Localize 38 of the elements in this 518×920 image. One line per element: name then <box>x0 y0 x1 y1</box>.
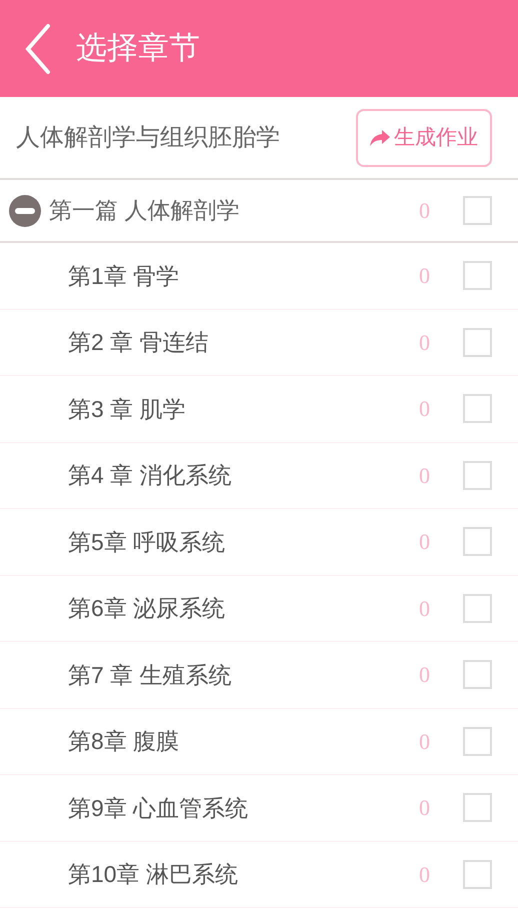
chapter-title[interactable]: 第6章 泌尿系统 <box>68 591 419 626</box>
checkbox[interactable] <box>463 793 492 822</box>
checkbox[interactable] <box>463 328 492 357</box>
chapter-title[interactable]: 第5章 呼吸系统 <box>68 524 419 559</box>
back-icon[interactable] <box>24 22 52 74</box>
question-count: 0 <box>419 328 430 357</box>
chapter-title[interactable]: 第1章 骨学 <box>68 258 419 293</box>
share-arrow-icon <box>370 130 390 146</box>
question-count: 0 <box>419 794 430 822</box>
chapter-title[interactable]: 第3 章 肌学 <box>68 392 419 426</box>
chapter-title[interactable]: 第8章 腹膜 <box>68 724 419 758</box>
chapter-title[interactable]: 第10章 淋巴系统 <box>68 857 419 892</box>
question-count: 0 <box>419 661 430 690</box>
collapse-icon[interactable] <box>9 194 41 226</box>
subject-title: 人体解剖学与组织胚胎学 <box>16 122 280 152</box>
question-count: 0 <box>419 395 430 424</box>
checkbox[interactable] <box>463 527 492 556</box>
chapter-title[interactable]: 第7 章 生殖系统 <box>68 658 419 692</box>
checkbox[interactable] <box>463 394 492 424</box>
chapter-title[interactable]: 第4 章 消化系统 <box>68 458 419 492</box>
question-count: 0 <box>419 860 430 889</box>
page-title: 选择章节 <box>76 29 200 68</box>
checkbox[interactable] <box>463 261 492 290</box>
chapter-title[interactable]: 第2 章 骨连结 <box>68 325 419 360</box>
checkbox[interactable] <box>463 660 492 690</box>
checkbox[interactable] <box>463 460 492 490</box>
checkbox[interactable] <box>463 860 492 889</box>
question-count: 0 <box>419 528 430 556</box>
question-count: 0 <box>419 262 430 290</box>
question-count: 0 <box>419 728 430 756</box>
question-count: 0 <box>419 197 430 225</box>
question-count: 0 <box>419 594 430 623</box>
checkbox[interactable] <box>463 594 492 623</box>
chapter-title[interactable]: 第9章 心血管系统 <box>68 790 419 825</box>
checkbox[interactable] <box>463 726 492 756</box>
question-count: 0 <box>419 462 430 490</box>
checkbox[interactable] <box>463 196 492 225</box>
part-title: 第一篇 人体解剖学 <box>49 196 240 226</box>
